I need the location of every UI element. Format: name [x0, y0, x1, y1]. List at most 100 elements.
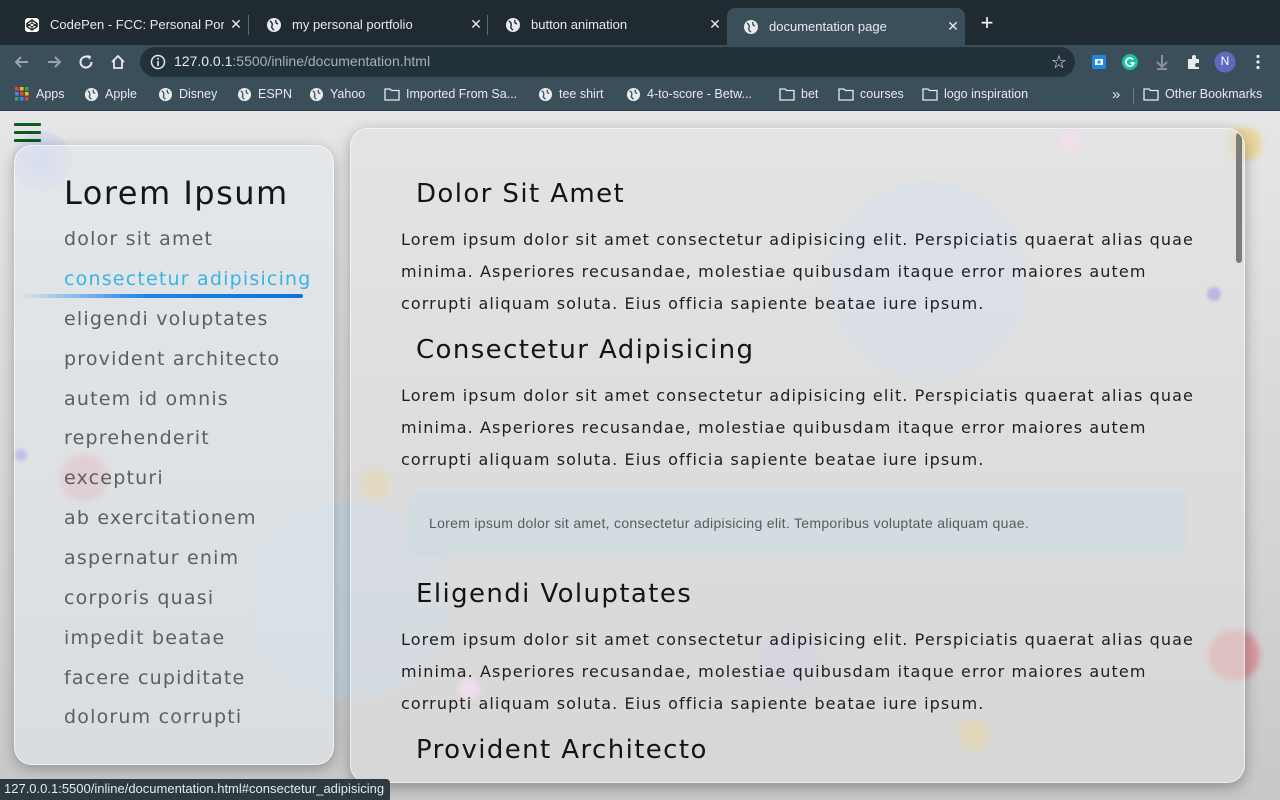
folder-icon: [1143, 86, 1159, 102]
folder-icon: [779, 86, 795, 102]
note-callout: Lorem ipsum dolor sit amet, consectetur …: [409, 491, 1187, 557]
folder-icon: [838, 86, 854, 102]
apps-grid-icon: [14, 86, 30, 102]
folder-icon: [922, 86, 938, 102]
bookmarks-divider: [1133, 88, 1134, 104]
bookmark-label: tee shirt: [559, 87, 604, 101]
tab-strip: CodePen - FCC: Personal Portf ✕ my perso…: [0, 0, 1280, 45]
tab-title: button animation: [531, 17, 628, 32]
globe-icon: [505, 17, 521, 33]
bookmark-label: Disney: [179, 87, 218, 101]
globe-icon: [743, 19, 759, 35]
url-text: 127.0.0.1:5500/inline/documentation.html: [174, 53, 431, 69]
sidebar-link-provident-architecto[interactable]: provident architecto: [64, 348, 280, 370]
sidebar-link-eligendi-voluptates[interactable]: eligendi voluptates: [64, 308, 269, 330]
active-link-underline: [19, 294, 303, 298]
home-icon: [111, 54, 125, 69]
tab-title: my personal portfolio: [292, 17, 413, 32]
scrollbar-thumb[interactable]: [1236, 133, 1242, 263]
bookmark-label: courses: [860, 87, 904, 101]
codepen-icon: [24, 17, 40, 33]
section-title-consectetur-adipisicing: Consectetur Adipisicing: [416, 335, 755, 365]
bookmark-label: Imported From Sa...: [406, 87, 518, 101]
bookmark-apple[interactable]: Apple: [83, 85, 137, 103]
bookmark-star-icon[interactable]: ☆: [1051, 52, 1067, 73]
tab-close-icon[interactable]: ✕: [464, 16, 488, 33]
section-title-provident-architecto: Provident Architecto: [416, 735, 708, 765]
bookmark-logo-inspiration[interactable]: logo inspiration: [922, 85, 1028, 103]
globe-icon: [308, 86, 324, 102]
section-title-eligendi-voluptates: Eligendi Voluptates: [416, 579, 693, 609]
bookmark-espn[interactable]: ESPN: [236, 85, 292, 103]
sidebar-link-consectetur-adipisicing[interactable]: consectetur adipisicing: [64, 268, 312, 290]
home-button[interactable]: [106, 50, 130, 74]
reload-button[interactable]: [74, 50, 98, 74]
section-text: Lorem ipsum dolor sit amet consectetur a…: [401, 630, 1194, 713]
bookmark-label: logo inspiration: [944, 87, 1029, 101]
bookmark-courses[interactable]: courses: [838, 85, 904, 103]
tab-documentation-page[interactable]: documentation page ✕: [727, 8, 965, 45]
back-button[interactable]: [10, 50, 34, 74]
sidebar-link-dolorum-corrupti[interactable]: dolorum corrupti: [64, 706, 242, 728]
globe-icon: [625, 86, 641, 102]
sidebar-link-facere-cupiditate[interactable]: facere cupiditate: [64, 667, 245, 689]
sidebar-link-excepturi[interactable]: excepturi: [64, 467, 164, 489]
bookmark-other-bookmarks[interactable]: Other Bookmarks: [1143, 85, 1262, 103]
download-arrow-icon[interactable]: [1151, 51, 1173, 73]
bookmark-yahoo[interactable]: Yahoo: [308, 85, 365, 103]
sidebar-link-dolor-sit-amet[interactable]: dolor sit amet: [64, 228, 213, 250]
tab-close-icon[interactable]: ✕: [703, 16, 727, 33]
tab-close-icon[interactable]: ✕: [224, 16, 248, 33]
bookmark-bet[interactable]: bet: [779, 85, 818, 103]
bookmark-label: Apps: [36, 87, 65, 101]
reload-icon: [79, 55, 93, 69]
globe-icon: [236, 86, 252, 102]
hamburger-menu-icon[interactable]: [14, 123, 41, 145]
section-title-dolor-sit-amet: Dolor Sit Amet: [416, 179, 626, 209]
back-arrow-icon: [14, 56, 28, 68]
sidebar-title: Lorem Ipsum: [64, 174, 289, 212]
sidebar-link-autem-id-omnis[interactable]: autem id omnis: [64, 388, 229, 410]
bookmark-tee-shirt[interactable]: tee shirt: [537, 85, 603, 103]
profile-avatar[interactable]: N: [1214, 51, 1236, 73]
bookmarks-bar: Apps Apple Disney ESPN Yahoo Imported Fr…: [0, 79, 1280, 111]
bookmarks-overflow-button[interactable]: »: [1112, 85, 1120, 103]
tab-codepen[interactable]: CodePen - FCC: Personal Portf ✕: [8, 8, 248, 41]
tab-button-animation[interactable]: button animation ✕: [489, 8, 727, 41]
section-text: Lorem ipsum dolor sit amet consectetur a…: [401, 386, 1194, 469]
puzzle-extensions-icon[interactable]: [1183, 51, 1205, 73]
browser-menu-icon[interactable]: [1247, 51, 1269, 73]
extension-translate-icon[interactable]: [1088, 51, 1110, 73]
globe-icon: [83, 86, 99, 102]
tab-portfolio[interactable]: my personal portfolio ✕: [250, 8, 488, 41]
tab-divider: [487, 15, 488, 35]
folder-icon: [384, 86, 400, 102]
main-content: Dolor Sit Amet Lorem ipsum dolor sit ame…: [350, 128, 1245, 783]
browser-toolbar: 127.0.0.1:5500/inline/documentation.html…: [0, 45, 1280, 79]
globe-icon: [537, 86, 553, 102]
address-bar[interactable]: 127.0.0.1:5500/inline/documentation.html…: [140, 47, 1075, 77]
profile-initial: N: [1220, 54, 1230, 68]
tab-title: documentation page: [769, 19, 887, 34]
forward-arrow-icon: [48, 56, 62, 68]
section-text: Lorem ipsum dolor sit amet consectetur a…: [401, 230, 1194, 313]
bookmark-imported[interactable]: Imported From Sa...: [384, 85, 517, 103]
sidebar-link-reprehenderit[interactable]: reprehenderit: [64, 427, 210, 449]
globe-icon: [157, 86, 173, 102]
bookmark-disney[interactable]: Disney: [157, 85, 217, 103]
tab-close-icon[interactable]: ✕: [941, 18, 965, 35]
sidebar-link-impedit-beatae[interactable]: impedit beatae: [64, 627, 225, 649]
bookmark-label: ESPN: [258, 87, 293, 101]
bookmark-apps[interactable]: Apps: [14, 85, 65, 103]
sidebar-link-corporis-quasi[interactable]: corporis quasi: [64, 587, 214, 609]
info-icon[interactable]: [150, 54, 166, 70]
page-viewport: Lorem Ipsum dolor sit amet consectetur a…: [0, 111, 1280, 800]
grammarly-icon[interactable]: [1119, 51, 1141, 73]
bookmark-label: Apple: [105, 87, 137, 101]
bookmark-4-to-score[interactable]: 4-to-score - Betw...: [625, 85, 752, 103]
forward-button[interactable]: [42, 50, 66, 74]
new-tab-button[interactable]: +: [976, 12, 998, 34]
sidebar-nav: Lorem Ipsum dolor sit amet consectetur a…: [14, 145, 334, 765]
sidebar-link-ab-exercitationem[interactable]: ab exercitationem: [64, 507, 257, 529]
sidebar-link-aspernatur-enim[interactable]: aspernatur enim: [64, 547, 239, 569]
